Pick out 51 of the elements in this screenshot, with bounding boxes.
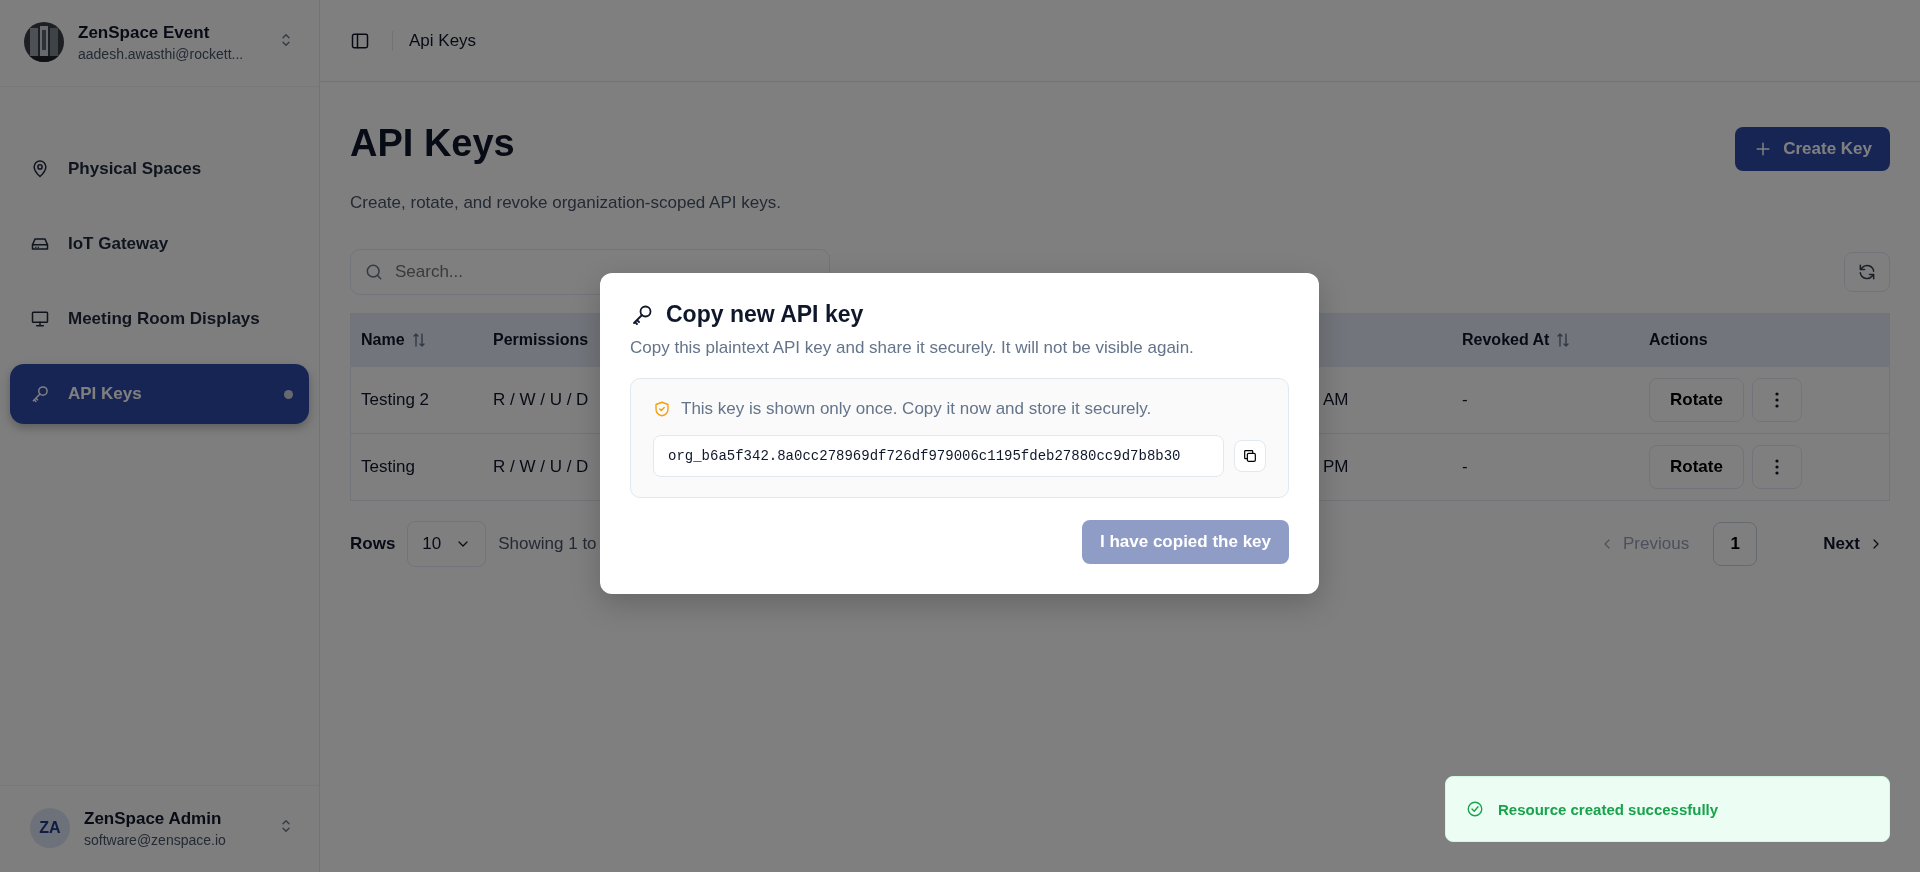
warning-text: This key is shown only once. Copy it now and store it securely.: [681, 399, 1152, 419]
more-vertical-icon: [1774, 392, 1779, 408]
rows-label: Rows: [350, 534, 396, 554]
toast-message: Resource created successfully: [1498, 800, 1719, 818]
monitor-icon: [30, 309, 50, 329]
column-header[interactable]: Revoked At: [1462, 331, 1550, 349]
page-title: API Keys: [350, 122, 515, 165]
refresh-button[interactable]: [1844, 252, 1890, 292]
workspace-name: ZenSpace Event: [78, 22, 211, 43]
sidebar-item[interactable]: Physical Spaces: [10, 139, 309, 199]
create-key-button[interactable]: Create Key: [1735, 127, 1890, 171]
breadcrumb[interactable]: Api Keys: [409, 30, 477, 51]
rotate-button[interactable]: Rotate: [1649, 378, 1744, 422]
api-key-field[interactable]: org_b6a5f342.8a0cc278969df726df979006c1195fdeb27880cc9d7b8b30: [653, 435, 1224, 477]
showing-text: Showing 1 to: [498, 534, 597, 554]
sort-icon[interactable]: [1557, 333, 1570, 347]
copy-button[interactable]: [1234, 440, 1266, 472]
table-cell: Testing: [361, 457, 415, 477]
active-dot: [284, 389, 293, 399]
page-subtitle: Create, rotate, and revoke organization-scoped API keys.: [350, 193, 782, 213]
search-icon: [364, 262, 384, 282]
workspace-email: aadesh.awasthi@rockett...: [78, 45, 245, 62]
rotate-button[interactable]: Rotate: [1649, 445, 1744, 489]
user-email: software@zenspace.io: [84, 831, 227, 848]
check-circle-icon: [1466, 800, 1484, 818]
page-size-select[interactable]: 10: [407, 521, 487, 567]
table-cell: AM: [1323, 390, 1349, 410]
column-header[interactable]: Name: [361, 331, 405, 349]
table-cell: R / W / U / D: [493, 390, 589, 410]
user-name: ZenSpace Admin: [84, 808, 223, 829]
table-cell: R / W / U / D: [493, 457, 589, 477]
sidebar-item[interactable]: IoT Gateway: [10, 214, 309, 274]
key-icon: [30, 384, 50, 404]
page-button[interactable]: 1: [1713, 522, 1758, 566]
refresh-icon: [1857, 262, 1877, 282]
next-button[interactable]: Next: [1817, 533, 1890, 555]
user-avatar: ZA: [30, 808, 70, 848]
more-vertical-icon: [1774, 459, 1779, 475]
column-header[interactable]: Actions: [1649, 331, 1708, 349]
dialog-description: Copy this plaintext API key and share it securely. It will not be visible again.: [630, 338, 1195, 358]
table-cell: -: [1462, 457, 1468, 477]
copy-icon: [1242, 448, 1258, 464]
shield-check-icon: [653, 400, 671, 418]
table-cell: -: [1462, 390, 1468, 410]
column-header[interactable]: Permissions: [493, 331, 589, 349]
table-cell: Testing 2: [361, 390, 430, 410]
table-cell: PM: [1323, 457, 1349, 477]
sort-icon[interactable]: [412, 333, 425, 347]
sidebar-item[interactable]: Meeting Room Displays: [10, 289, 309, 349]
dialog-title: Copy new API key: [666, 301, 864, 328]
sidebar-item[interactable]: API Keys: [10, 364, 309, 424]
